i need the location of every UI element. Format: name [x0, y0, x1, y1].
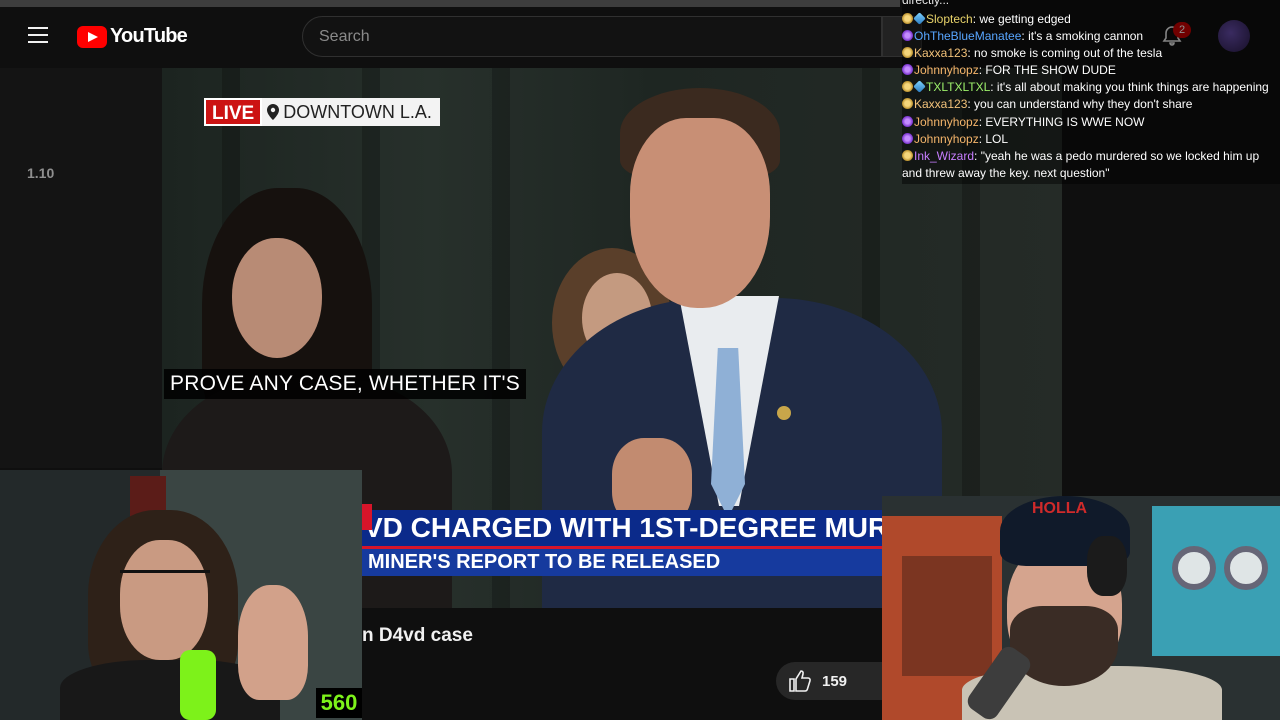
- star-badge-icon: [902, 98, 913, 109]
- chat-message: Ink_Wizard: "yeah he was a pedo murdered…: [902, 148, 1280, 182]
- streamer-hand: [238, 585, 308, 700]
- chat-text: : FOR THE SHOW DUDE: [978, 63, 1116, 77]
- chat-message: Johnnyhopz: EVERYTHING IS WWE NOW: [902, 114, 1280, 131]
- progress-strip: [0, 0, 900, 7]
- live-badge: LIVE DOWNTOWN L.A.: [204, 98, 440, 126]
- purple-badge-icon: [902, 116, 913, 127]
- star-badge-icon: [902, 13, 913, 24]
- chat-text: : we getting edged: [972, 12, 1071, 26]
- tape-reel-left: [1172, 546, 1216, 590]
- chat-username[interactable]: Johnnyhopz: [914, 63, 979, 77]
- chat-message: Johnnyhopz: LOL: [902, 131, 1280, 148]
- location-label: DOWNTOWN L.A.: [262, 98, 440, 126]
- chat-text: : it's all about making you think things…: [990, 80, 1269, 94]
- search-input[interactable]: [319, 27, 865, 46]
- chat-message: Kaxxa123: you can understand why they do…: [902, 96, 1280, 113]
- logo-text: YouTube: [110, 25, 188, 47]
- thumbs-up-icon: [789, 670, 811, 692]
- viewer-counter: 560: [316, 688, 362, 718]
- chat-username[interactable]: Kaxxa123: [914, 46, 967, 60]
- chat-text: : no smoke is coming out of the tesla: [967, 46, 1163, 60]
- guest-cap-text: HOLLA: [1032, 500, 1088, 517]
- tape-reel-right: [1224, 546, 1268, 590]
- gem-badge-icon: [913, 80, 926, 93]
- chat-username[interactable]: Ink_Wizard: [914, 149, 974, 163]
- chat-username[interactable]: Sloptech: [926, 12, 973, 26]
- star-badge-icon: [902, 150, 913, 161]
- chat-text: : you can understand why they don't shar…: [967, 97, 1193, 111]
- streamer-face: [120, 540, 208, 660]
- chat-message: TXLTXLTXL: it's all about making you thi…: [902, 79, 1280, 96]
- headline-accent: [362, 504, 372, 530]
- chat-username[interactable]: Johnnyhopz: [914, 115, 979, 129]
- hamburger-menu-icon[interactable]: [28, 27, 48, 43]
- chat-message: OhTheBlueManatee: it's a smoking cannon: [902, 28, 1280, 45]
- chat-message: Kaxxa123: no smoke is coming out of the …: [902, 45, 1280, 62]
- chat-text: : it's a smoking cannon: [1021, 29, 1144, 43]
- gem-badge-icon: [913, 12, 926, 25]
- chat-username[interactable]: OhTheBlueManatee: [914, 29, 1021, 43]
- streamer-webcam: 560: [0, 470, 362, 720]
- chat-overlay: directly... Sloptech: we getting edged Oh…: [902, 0, 1280, 184]
- location-pin-icon: [267, 104, 280, 120]
- background-woman-face: [232, 238, 322, 358]
- chat-username[interactable]: Kaxxa123: [914, 97, 967, 111]
- chat-message-fragment: directly...: [902, 0, 950, 7]
- location-text: DOWNTOWN L.A.: [283, 102, 432, 122]
- chat-username[interactable]: TXLTXLTXL: [926, 80, 990, 94]
- chat-username[interactable]: Johnnyhopz: [914, 132, 979, 146]
- closed-caption: PROVE ANY CASE, WHETHER IT'S: [164, 369, 526, 399]
- star-badge-icon: [902, 47, 913, 58]
- guest-webcam: HOLLA: [882, 496, 1280, 720]
- search-box: [302, 16, 882, 57]
- guest-background-posters: [902, 556, 992, 676]
- guest-headphones: [1087, 536, 1127, 596]
- chat-message: Johnnyhopz: FOR THE SHOW DUDE: [902, 62, 1280, 79]
- like-button[interactable]: 159: [776, 662, 882, 700]
- left-panel: 1.10: [0, 68, 162, 468]
- lapel-pin: [777, 406, 791, 420]
- live-label: LIVE: [204, 98, 263, 126]
- chat-text: : EVERYTHING IS WWE NOW: [978, 115, 1145, 129]
- like-count: 159: [822, 672, 848, 690]
- youtube-play-icon: [77, 25, 107, 48]
- purple-badge-icon: [902, 64, 913, 75]
- star-badge-icon: [902, 81, 913, 92]
- speaker-face: [630, 118, 770, 308]
- sidebar-number: 1.10: [27, 165, 55, 181]
- purple-badge-icon: [902, 133, 913, 144]
- purple-badge-icon: [902, 30, 913, 41]
- chat-message: Sloptech: we getting edged: [902, 11, 1280, 28]
- guest-beard: [1010, 606, 1118, 686]
- streamer-microphone: [180, 650, 216, 720]
- streamer-glasses: [120, 570, 210, 590]
- video-title: n D4vd case: [362, 625, 473, 646]
- chat-text: : LOL: [978, 132, 1009, 146]
- youtube-logo[interactable]: YouTube: [77, 25, 188, 48]
